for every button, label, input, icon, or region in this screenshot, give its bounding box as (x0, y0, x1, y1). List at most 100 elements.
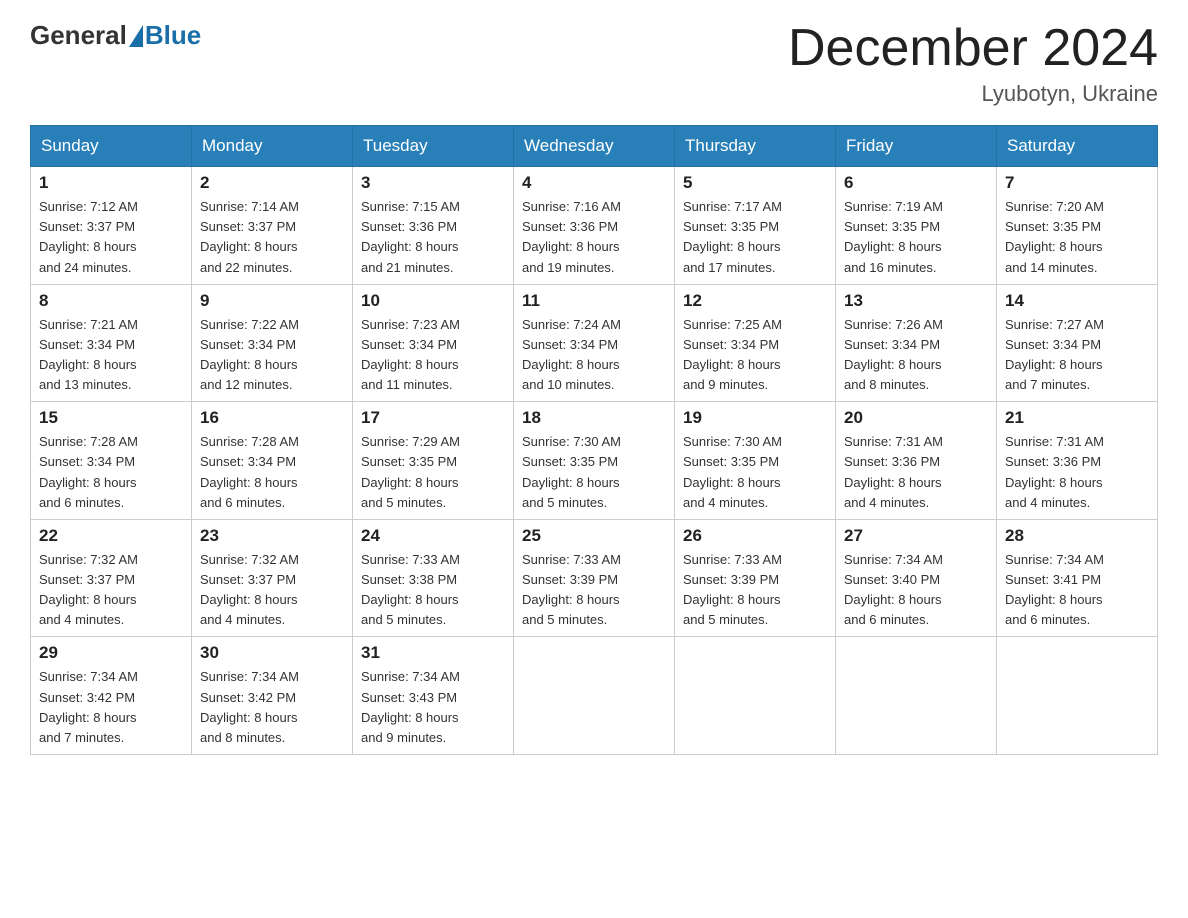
day-number: 15 (39, 408, 183, 428)
calendar-cell: 9Sunrise: 7:22 AMSunset: 3:34 PMDaylight… (192, 284, 353, 402)
calendar-cell: 12 Sunrise: 7:25 AMSunset: 3:34 PMDayligh… (675, 284, 836, 402)
day-info: Sunrise: 7:16 AMSunset: 3:36 PMDaylight:… (522, 197, 666, 278)
page-header: General Blue December 2024 Lyubotyn, Ukr… (30, 20, 1158, 107)
day-number: 14 (1005, 291, 1149, 311)
logo-general-text: General (30, 20, 127, 51)
day-number: 3 (361, 173, 505, 193)
weekday-header-thursday: Thursday (675, 126, 836, 167)
calendar-cell: 1Sunrise: 7:12 AMSunset: 3:37 PMDaylight… (31, 167, 192, 285)
day-number: 5 (683, 173, 827, 193)
day-info: Sunrise: 7:33 AMSunset: 3:39 PMDaylight:… (522, 550, 666, 631)
day-info: Sunrise: 7:34 AMSunset: 3:43 PMDaylight:… (361, 667, 505, 748)
calendar-cell: 24Sunrise: 7:33 AMSunset: 3:38 PMDayligh… (353, 519, 514, 637)
location-title: Lyubotyn, Ukraine (788, 81, 1158, 107)
day-number: 19 (683, 408, 827, 428)
calendar-cell: 5 Sunrise: 7:17 AMSunset: 3:35 PMDaylight… (675, 167, 836, 285)
calendar-cell: 22 Sunrise: 7:32 AMSunset: 3:37 PMDayligh… (31, 519, 192, 637)
day-number: 12 (683, 291, 827, 311)
day-number: 2 (200, 173, 344, 193)
day-number: 23 (200, 526, 344, 546)
day-number: 7 (1005, 173, 1149, 193)
logo-blue-text: Blue (145, 20, 201, 51)
calendar-cell: 15 Sunrise: 7:28 AMSunset: 3:34 PMDayligh… (31, 402, 192, 520)
calendar-cell (836, 637, 997, 755)
day-info: Sunrise: 7:17 AMSunset: 3:35 PMDaylight:… (683, 197, 827, 278)
day-info: Sunrise: 7:26 AMSunset: 3:34 PMDaylight:… (844, 315, 988, 396)
calendar-cell: 28 Sunrise: 7:34 AMSunset: 3:41 PMDayligh… (997, 519, 1158, 637)
logo-triangle-icon (129, 25, 143, 47)
calendar-cell: 18Sunrise: 7:30 AMSunset: 3:35 PMDayligh… (514, 402, 675, 520)
calendar-cell: 27Sunrise: 7:34 AMSunset: 3:40 PMDayligh… (836, 519, 997, 637)
day-number: 6 (844, 173, 988, 193)
weekday-header-monday: Monday (192, 126, 353, 167)
calendar-cell: 2 Sunrise: 7:14 AMSunset: 3:37 PMDaylight… (192, 167, 353, 285)
day-number: 31 (361, 643, 505, 663)
day-number: 29 (39, 643, 183, 663)
day-number: 17 (361, 408, 505, 428)
calendar-cell: 8Sunrise: 7:21 AMSunset: 3:34 PMDaylight… (31, 284, 192, 402)
day-number: 11 (522, 291, 666, 311)
weekday-header-wednesday: Wednesday (514, 126, 675, 167)
calendar-cell: 11Sunrise: 7:24 AMSunset: 3:34 PMDayligh… (514, 284, 675, 402)
day-info: Sunrise: 7:30 AMSunset: 3:35 PMDaylight:… (683, 432, 827, 513)
calendar-week-row: 8Sunrise: 7:21 AMSunset: 3:34 PMDaylight… (31, 284, 1158, 402)
logo: General Blue (30, 20, 201, 51)
day-number: 22 (39, 526, 183, 546)
day-number: 18 (522, 408, 666, 428)
calendar-table: SundayMondayTuesdayWednesdayThursdayFrid… (30, 125, 1158, 755)
month-title: December 2024 (788, 20, 1158, 77)
weekday-header-friday: Friday (836, 126, 997, 167)
day-number: 13 (844, 291, 988, 311)
calendar-cell: 13 Sunrise: 7:26 AMSunset: 3:34 PMDayligh… (836, 284, 997, 402)
calendar-cell: 31 Sunrise: 7:34 AMSunset: 3:43 PMDayligh… (353, 637, 514, 755)
day-info: Sunrise: 7:29 AMSunset: 3:35 PMDaylight:… (361, 432, 505, 513)
day-number: 8 (39, 291, 183, 311)
calendar-cell: 3 Sunrise: 7:15 AMSunset: 3:36 PMDaylight… (353, 167, 514, 285)
title-area: December 2024 Lyubotyn, Ukraine (788, 20, 1158, 107)
day-info: Sunrise: 7:27 AMSunset: 3:34 PMDaylight:… (1005, 315, 1149, 396)
calendar-cell: 16Sunrise: 7:28 AMSunset: 3:34 PMDayligh… (192, 402, 353, 520)
calendar-cell: 23 Sunrise: 7:32 AMSunset: 3:37 PMDayligh… (192, 519, 353, 637)
calendar-cell: 19 Sunrise: 7:30 AMSunset: 3:35 PMDayligh… (675, 402, 836, 520)
day-info: Sunrise: 7:23 AMSunset: 3:34 PMDaylight:… (361, 315, 505, 396)
day-info: Sunrise: 7:12 AMSunset: 3:37 PMDaylight:… (39, 197, 183, 278)
calendar-cell (514, 637, 675, 755)
day-number: 21 (1005, 408, 1149, 428)
day-info: Sunrise: 7:32 AMSunset: 3:37 PMDaylight:… (200, 550, 344, 631)
calendar-cell: 17 Sunrise: 7:29 AMSunset: 3:35 PMDayligh… (353, 402, 514, 520)
calendar-cell: 26Sunrise: 7:33 AMSunset: 3:39 PMDayligh… (675, 519, 836, 637)
day-number: 30 (200, 643, 344, 663)
calendar-cell: 4Sunrise: 7:16 AMSunset: 3:36 PMDaylight… (514, 167, 675, 285)
calendar-cell: 21 Sunrise: 7:31 AMSunset: 3:36 PMDayligh… (997, 402, 1158, 520)
day-info: Sunrise: 7:25 AMSunset: 3:34 PMDaylight:… (683, 315, 827, 396)
day-info: Sunrise: 7:31 AMSunset: 3:36 PMDaylight:… (844, 432, 988, 513)
calendar-cell: 29 Sunrise: 7:34 AMSunset: 3:42 PMDayligh… (31, 637, 192, 755)
calendar-cell: 7 Sunrise: 7:20 AMSunset: 3:35 PMDaylight… (997, 167, 1158, 285)
day-number: 10 (361, 291, 505, 311)
calendar-week-row: 22 Sunrise: 7:32 AMSunset: 3:37 PMDayligh… (31, 519, 1158, 637)
day-number: 16 (200, 408, 344, 428)
calendar-cell: 25Sunrise: 7:33 AMSunset: 3:39 PMDayligh… (514, 519, 675, 637)
calendar-week-row: 29 Sunrise: 7:34 AMSunset: 3:42 PMDayligh… (31, 637, 1158, 755)
day-info: Sunrise: 7:14 AMSunset: 3:37 PMDaylight:… (200, 197, 344, 278)
day-number: 20 (844, 408, 988, 428)
calendar-cell: 14 Sunrise: 7:27 AMSunset: 3:34 PMDayligh… (997, 284, 1158, 402)
day-info: Sunrise: 7:15 AMSunset: 3:36 PMDaylight:… (361, 197, 505, 278)
day-info: Sunrise: 7:31 AMSunset: 3:36 PMDaylight:… (1005, 432, 1149, 513)
day-info: Sunrise: 7:34 AMSunset: 3:41 PMDaylight:… (1005, 550, 1149, 631)
weekday-header-tuesday: Tuesday (353, 126, 514, 167)
calendar-cell: 30 Sunrise: 7:34 AMSunset: 3:42 PMDayligh… (192, 637, 353, 755)
day-info: Sunrise: 7:33 AMSunset: 3:39 PMDaylight:… (683, 550, 827, 631)
calendar-cell (997, 637, 1158, 755)
calendar-cell: 20 Sunrise: 7:31 AMSunset: 3:36 PMDayligh… (836, 402, 997, 520)
day-info: Sunrise: 7:28 AMSunset: 3:34 PMDaylight:… (39, 432, 183, 513)
day-number: 24 (361, 526, 505, 546)
day-number: 28 (1005, 526, 1149, 546)
calendar-week-row: 15 Sunrise: 7:28 AMSunset: 3:34 PMDayligh… (31, 402, 1158, 520)
day-info: Sunrise: 7:34 AMSunset: 3:42 PMDaylight:… (200, 667, 344, 748)
weekday-header-row: SundayMondayTuesdayWednesdayThursdayFrid… (31, 126, 1158, 167)
day-info: Sunrise: 7:32 AMSunset: 3:37 PMDaylight:… (39, 550, 183, 631)
day-info: Sunrise: 7:20 AMSunset: 3:35 PMDaylight:… (1005, 197, 1149, 278)
day-info: Sunrise: 7:34 AMSunset: 3:42 PMDaylight:… (39, 667, 183, 748)
day-number: 27 (844, 526, 988, 546)
